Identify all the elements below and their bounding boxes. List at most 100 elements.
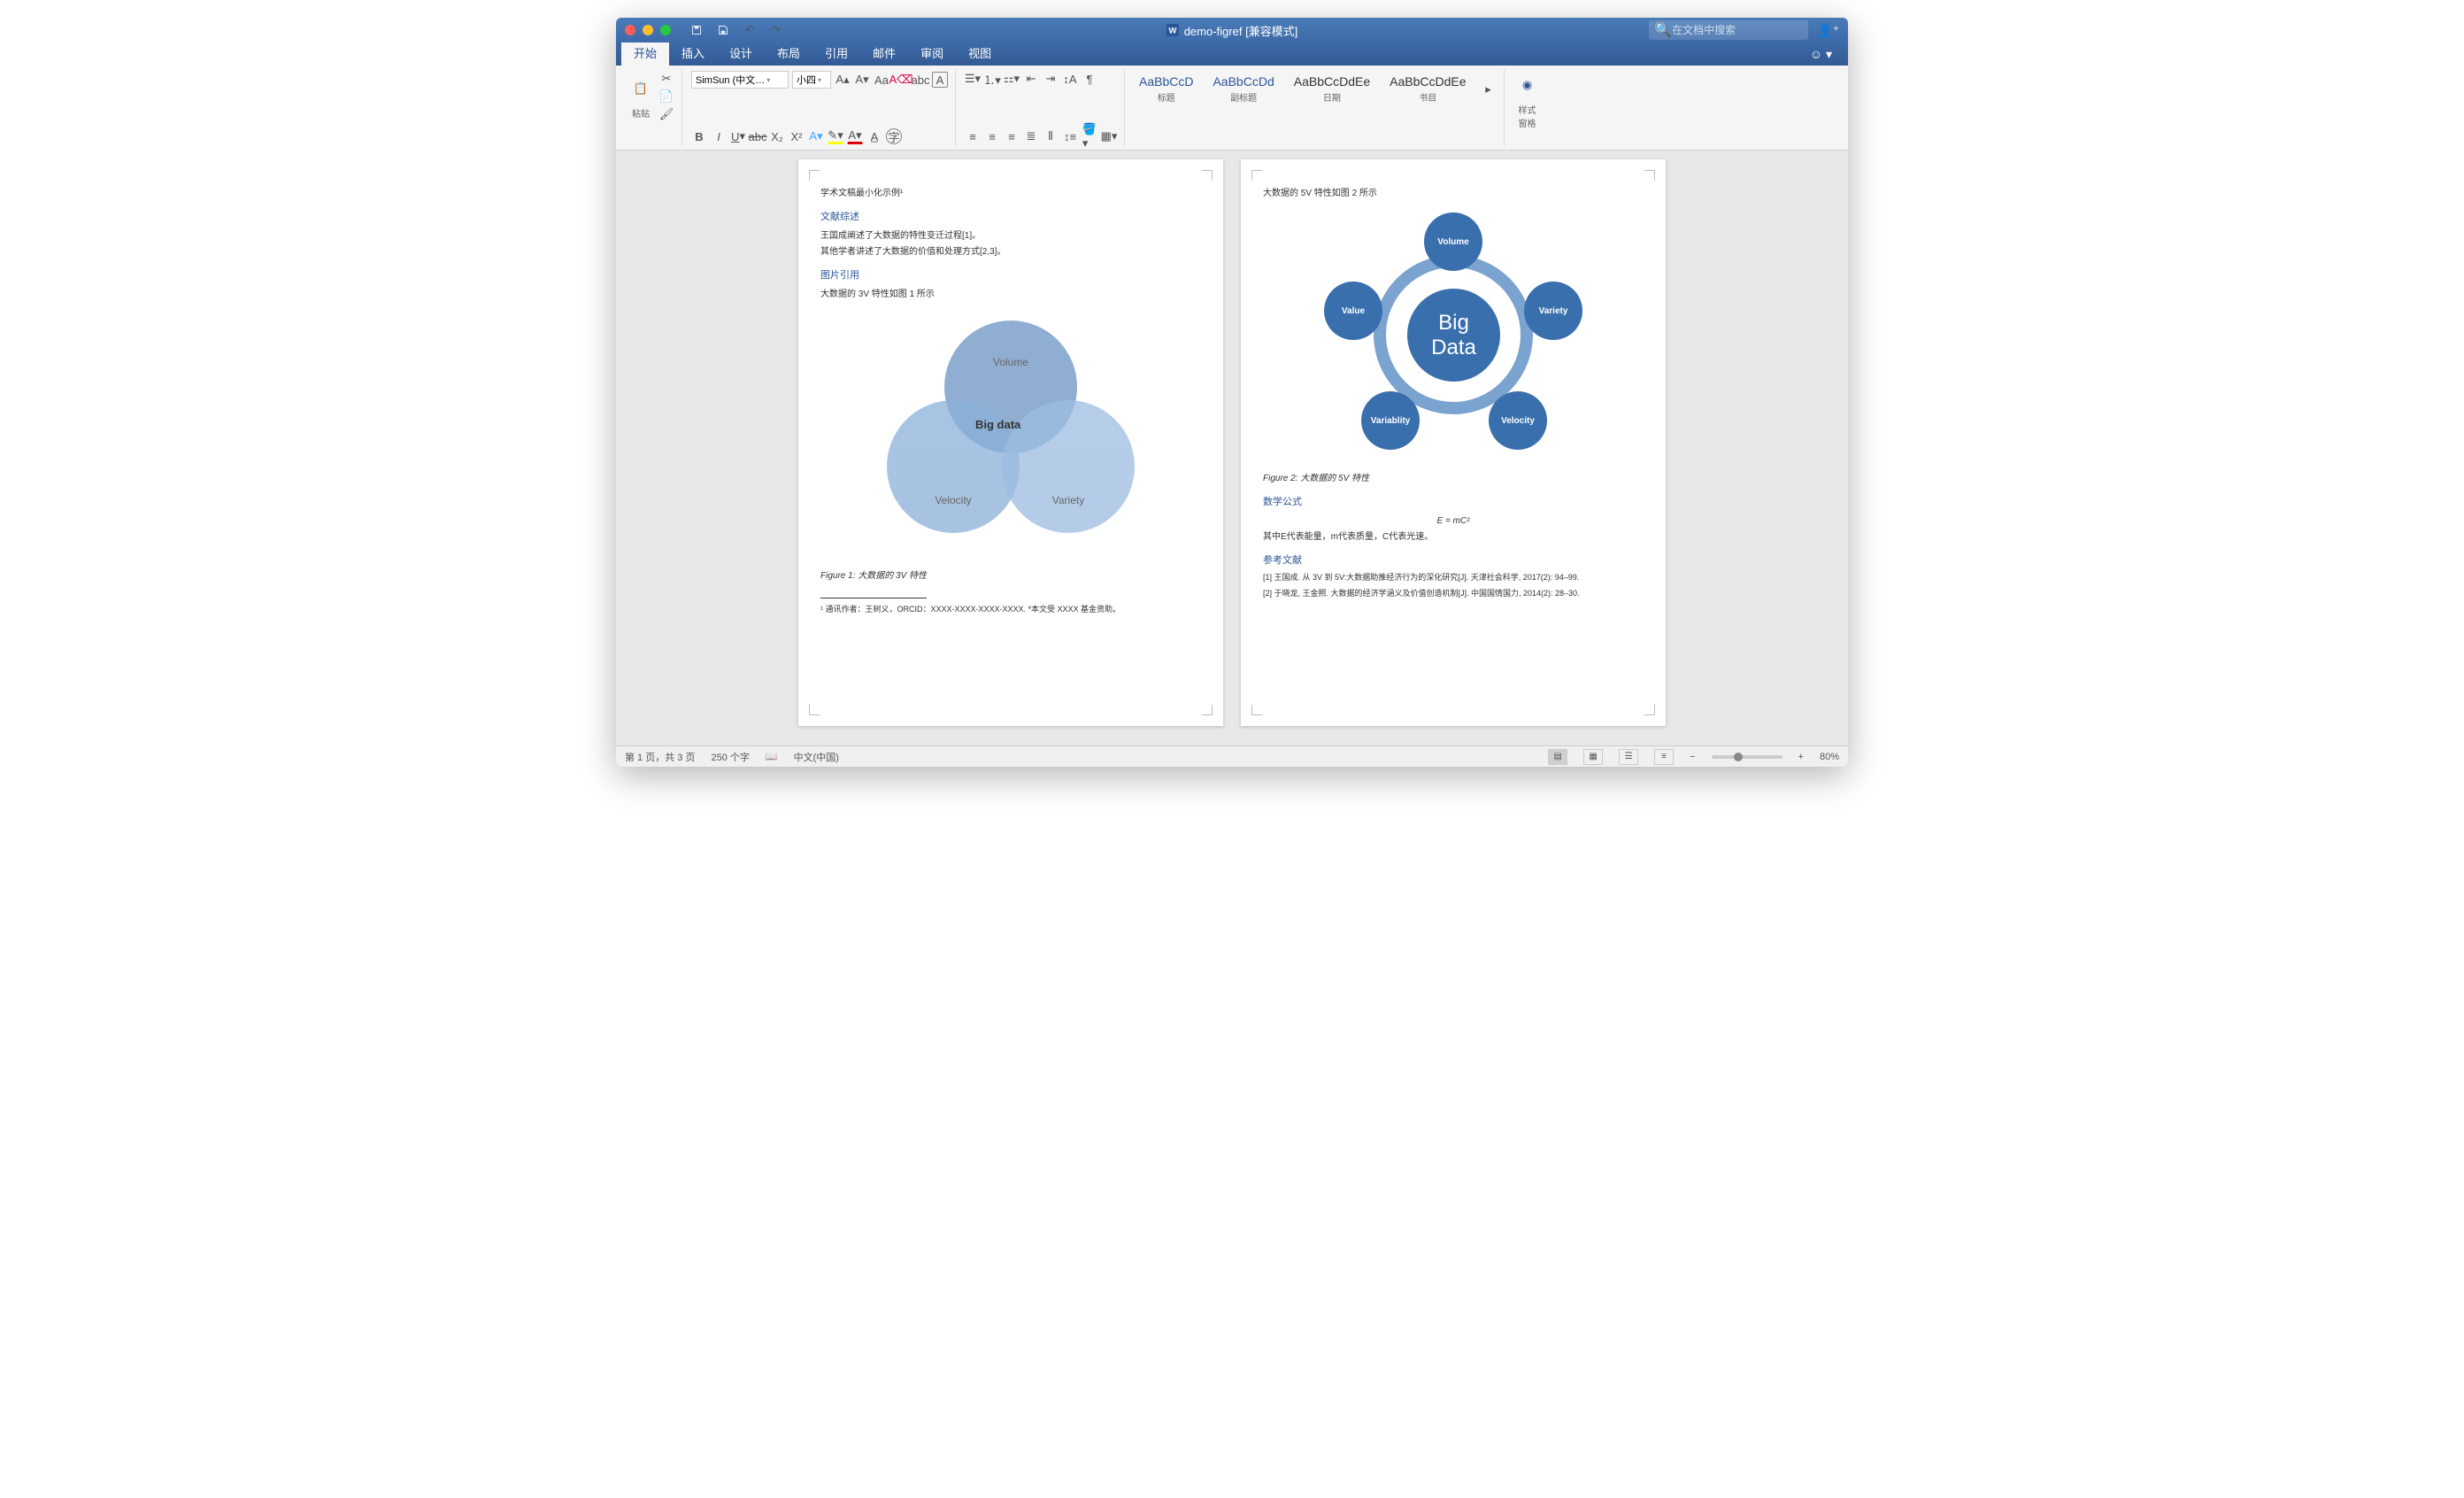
sort-icon[interactable]: ↕A — [1062, 71, 1078, 87]
styles-pane-icon[interactable]: ◉ — [1513, 71, 1542, 99]
ref-1: [1] 王国成. 从 3V 到 5V:大数据助推经济行为的深化研究[J]. 天津… — [1263, 572, 1644, 584]
underline-icon[interactable]: U▾ — [730, 128, 746, 144]
shrink-font-icon[interactable]: A▾ — [854, 72, 870, 88]
show-marks-icon[interactable]: ¶ — [1082, 71, 1097, 87]
references: [1] 王国成. 从 3V 到 5V:大数据助推经济行为的深化研究[J]. 天津… — [1263, 572, 1644, 599]
zoom-level[interactable]: 80% — [1820, 752, 1839, 762]
word-count[interactable]: 250 个字 — [711, 750, 749, 764]
tab-insert[interactable]: 插入 — [669, 40, 717, 66]
zoom-in-icon[interactable]: + — [1798, 752, 1804, 762]
tab-layout[interactable]: 布局 — [765, 40, 812, 66]
tab-references[interactable]: 引用 — [812, 40, 860, 66]
superscript-icon[interactable]: X² — [789, 128, 805, 144]
grow-font-icon[interactable]: A▴ — [835, 72, 851, 88]
zoom-slider[interactable] — [1712, 755, 1783, 759]
para-3: 大数据的 3V 特性如图 1 所示 — [820, 287, 1201, 303]
bold-icon[interactable]: B — [691, 128, 707, 144]
node-volume: Volume — [1424, 212, 1482, 271]
tab-view[interactable]: 视图 — [956, 40, 1004, 66]
paste-icon[interactable]: 📋 — [627, 74, 655, 103]
format-painter-icon[interactable]: 🖌 — [658, 106, 674, 122]
enclosed-char-icon[interactable]: 字 — [886, 128, 902, 144]
align-left-icon[interactable]: ≡ — [965, 128, 981, 144]
borders-icon[interactable]: ▦▾ — [1101, 128, 1117, 144]
styles-more-icon[interactable]: ▸ — [1481, 81, 1497, 97]
document-area[interactable]: 学术文稿最小化示例¹ 文献综述 王国成阐述了大数据的特性变迁过程[1]。 其他学… — [616, 151, 1848, 745]
change-case-icon[interactable]: Aa — [874, 72, 889, 88]
page-indicator[interactable]: 第 1 页，共 3 页 — [625, 750, 695, 764]
autosave-icon[interactable] — [689, 22, 705, 38]
node-value: Value — [1324, 282, 1382, 340]
close-window[interactable] — [625, 25, 635, 35]
tab-home[interactable]: 开始 — [621, 40, 669, 66]
quick-access-toolbar: ↶ ↷ — [689, 22, 784, 38]
svg-text:W: W — [1168, 27, 1177, 36]
ribbon: 📋 粘贴 ✂ 📄 🖌 SimSun (中文… 小四 A▴ A▾ Aa A⌫ ab… — [616, 66, 1848, 151]
style-subtitle[interactable]: AaBbCcDd副标题 — [1207, 71, 1279, 107]
strike-icon[interactable]: abc — [750, 128, 766, 144]
titlebar: ↶ ↷ W demo-figref [兼容模式] 🔍 👤⁺ — [616, 18, 1848, 42]
styles-pane-group: ◉ 样式 窗格 — [1506, 69, 1549, 146]
search-input[interactable] — [1672, 24, 1803, 36]
font-select[interactable]: SimSun (中文… — [691, 71, 789, 89]
view-outline[interactable]: ☰ — [1619, 749, 1638, 765]
minimize-window[interactable] — [643, 25, 653, 35]
tab-design[interactable]: 设计 — [717, 40, 765, 66]
cut-icon[interactable]: ✂ — [658, 71, 674, 87]
language-indicator[interactable]: 中文(中国) — [794, 750, 839, 764]
justify-icon[interactable]: ≣ — [1023, 128, 1039, 144]
font-color-icon[interactable]: A▾ — [847, 128, 863, 144]
char-border-icon[interactable]: A — [932, 72, 948, 88]
spellcheck-icon[interactable]: 📖 — [766, 751, 778, 762]
page-2[interactable]: 大数据的 5V 特性如图 2 所示 Big Data Volume Variet… — [1241, 159, 1666, 726]
style-heading[interactable]: AaBbCcD标题 — [1134, 71, 1198, 107]
zoom-out-icon[interactable]: − — [1690, 752, 1695, 762]
subscript-icon[interactable]: X₂ — [769, 128, 785, 144]
node-velocity: Velocity — [1489, 391, 1547, 450]
copy-icon[interactable]: 📄 — [658, 89, 674, 104]
venn-center: Big data — [975, 418, 1020, 431]
heading-formula: 数学公式 — [1263, 494, 1644, 508]
page-1[interactable]: 学术文稿最小化示例¹ 文献综述 王国成阐述了大数据的特性变迁过程[1]。 其他学… — [798, 159, 1223, 726]
undo-icon[interactable]: ↶ — [742, 22, 758, 38]
word-icon: W — [1167, 24, 1179, 36]
venn-diagram: Volume Velocity Variety Big data — [869, 312, 1152, 560]
highlight-icon[interactable]: ✎▾ — [828, 128, 843, 144]
text-effects-icon[interactable]: A▾ — [808, 128, 824, 144]
indent-inc-icon[interactable]: ⇥ — [1043, 71, 1059, 87]
align-center-icon[interactable]: ≡ — [984, 128, 1000, 144]
numbering-icon[interactable]: ⒈▾ — [984, 71, 1000, 87]
ref-2: [2] 于晓龙, 王金照. 大数据的经济学涵义及价值创造机制[J]. 中国国情国… — [1263, 588, 1644, 600]
styles-group: AaBbCcD标题 AaBbCcDd副标题 AaBbCcDdEe日期 AaBbC… — [1127, 69, 1505, 146]
save-icon[interactable] — [715, 22, 731, 38]
italic-icon[interactable]: I — [711, 128, 727, 144]
char-shade-icon[interactable]: A̲ — [866, 128, 882, 144]
search-icon: 🔍 — [1654, 21, 1672, 39]
tab-mailings[interactable]: 邮件 — [860, 40, 908, 66]
ring-center: Big Data — [1407, 289, 1500, 382]
multilevel-icon[interactable]: ⚏▾ — [1004, 71, 1020, 87]
bullets-icon[interactable]: ☰▾ — [965, 71, 981, 87]
style-date[interactable]: AaBbCcDdEe日期 — [1289, 71, 1375, 107]
indent-dec-icon[interactable]: ⇤ — [1023, 71, 1039, 87]
line-spacing-icon[interactable]: ↕≡ — [1062, 128, 1078, 144]
view-print-layout[interactable]: ▤ — [1548, 749, 1567, 765]
distribute-icon[interactable]: ⫴ — [1043, 128, 1059, 144]
node-variability: Variablity — [1361, 391, 1420, 450]
align-right-icon[interactable]: ≡ — [1004, 128, 1020, 144]
para-5v: 大数据的 5V 特性如图 2 所示 — [1263, 186, 1644, 202]
para-2: 其他学者讲述了大数据的价值和处理方式[2,3]。 — [820, 244, 1201, 260]
phonetic-icon[interactable]: abc — [912, 72, 928, 88]
share-button[interactable]: 👤⁺ — [1817, 23, 1839, 38]
zoom-window[interactable] — [660, 25, 671, 35]
search-box[interactable]: 🔍 — [1649, 20, 1808, 40]
size-select[interactable]: 小四 — [792, 71, 831, 89]
redo-icon[interactable]: ↷ — [768, 22, 784, 38]
tab-review[interactable]: 审阅 — [908, 40, 956, 66]
view-web-layout[interactable]: ▦ — [1583, 749, 1603, 765]
style-bib[interactable]: AaBbCcDdEe书目 — [1384, 71, 1471, 107]
shading-icon[interactable]: 🪣▾ — [1082, 128, 1097, 144]
view-draft[interactable]: ≡ — [1654, 749, 1674, 765]
feedback-button[interactable]: ☺ ▾ — [1803, 43, 1839, 66]
clear-format-icon[interactable]: A⌫ — [893, 72, 909, 88]
